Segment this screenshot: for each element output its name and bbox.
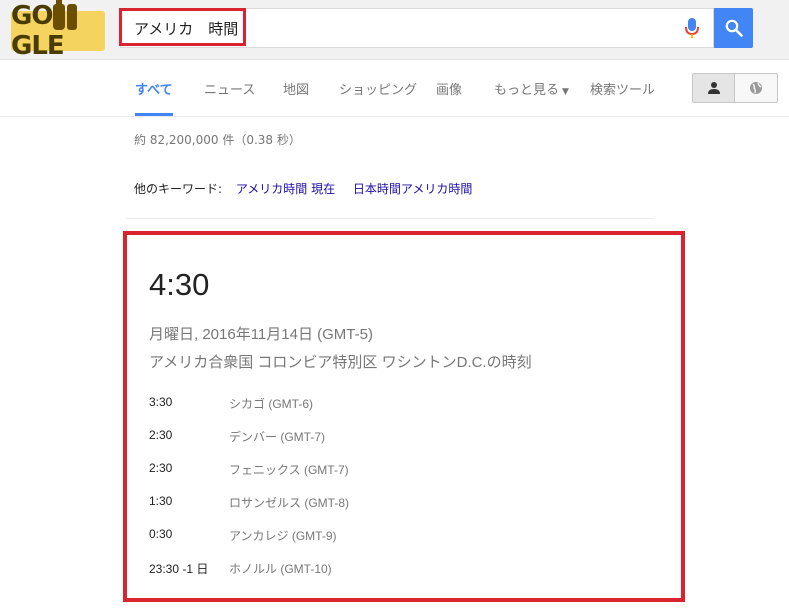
timezone-time: 23:30 -1 日 bbox=[149, 562, 209, 576]
bottle-icon bbox=[53, 0, 66, 30]
current-date: 月曜日, 2016年11月14日 (GMT-5) bbox=[149, 326, 373, 343]
timezone-city: ロサンゼルス (GMT-8) bbox=[229, 496, 349, 510]
timezone-time: 3:30 bbox=[149, 395, 173, 409]
tab-search-tools[interactable]: 検索ツール bbox=[590, 79, 655, 98]
personal-results-toggle[interactable] bbox=[693, 74, 736, 102]
header: GOGLE bbox=[0, 0, 789, 61]
timezone-city: アンカレジ (GMT-9) bbox=[229, 529, 337, 543]
tab-maps[interactable]: 地図 bbox=[283, 79, 309, 98]
timezone-city: フェニックス (GMT-7) bbox=[229, 463, 349, 477]
timezone-time: 2:30 bbox=[149, 428, 173, 442]
result-stats: 約 82,200,000 件（0.38 秒） bbox=[134, 133, 301, 147]
person-icon bbox=[707, 82, 720, 94]
time-location: アメリカ合衆国 コロンビア特別区 ワシントンD.C.の時刻 bbox=[149, 354, 532, 371]
related-link[interactable]: 日本時間アメリカ時間 bbox=[353, 182, 472, 196]
tab-more-label: もっと見る bbox=[494, 83, 560, 98]
tab-all[interactable]: すべて bbox=[135, 79, 173, 98]
google-doodle-logo[interactable]: GOGLE bbox=[11, 0, 105, 61]
tab-images[interactable]: 画像 bbox=[436, 79, 462, 98]
tab-more[interactable]: もっと見る ▼ bbox=[494, 79, 569, 98]
global-results-toggle[interactable] bbox=[735, 74, 777, 102]
bottle-icon bbox=[67, 3, 78, 30]
timezone-city: デンバー (GMT-7) bbox=[229, 430, 325, 444]
timezone-city: ホノルル (GMT-10) bbox=[229, 562, 332, 576]
active-tab-indicator bbox=[135, 113, 173, 116]
search-button[interactable] bbox=[714, 8, 753, 48]
tab-news[interactable]: ニュース bbox=[204, 79, 255, 98]
timezone-time: 2:30 bbox=[149, 461, 173, 475]
logo-text: GOGLE bbox=[11, 0, 105, 61]
divider bbox=[126, 218, 654, 219]
related-searches: 他のキーワード: アメリカ時間 現在 日本時間アメリカ時間 bbox=[134, 180, 486, 197]
view-toggle bbox=[692, 73, 778, 103]
microphone-icon[interactable] bbox=[684, 17, 700, 39]
time-card: 4:30 月曜日, 2016年11月14日 (GMT-5) アメリカ合衆国 コロ… bbox=[123, 231, 685, 602]
timezone-time: 1:30 bbox=[149, 494, 173, 508]
search-icon bbox=[725, 19, 743, 37]
timezone-city: シカゴ (GMT-6) bbox=[229, 397, 313, 411]
globe-icon bbox=[750, 82, 762, 94]
search-tabs: すべて ニュース 地図 ショッピング 画像 もっと見る ▼ 検索ツール bbox=[0, 61, 789, 117]
timezone-time: 0:30 bbox=[149, 527, 173, 541]
current-time: 4:30 bbox=[149, 267, 210, 302]
related-link[interactable]: アメリカ時間 現在 bbox=[236, 182, 335, 196]
search-query-highlight bbox=[119, 8, 246, 46]
chevron-down-icon: ▼ bbox=[562, 87, 569, 97]
related-label: 他のキーワード: bbox=[134, 182, 223, 196]
tab-shopping[interactable]: ショッピング bbox=[339, 79, 417, 98]
